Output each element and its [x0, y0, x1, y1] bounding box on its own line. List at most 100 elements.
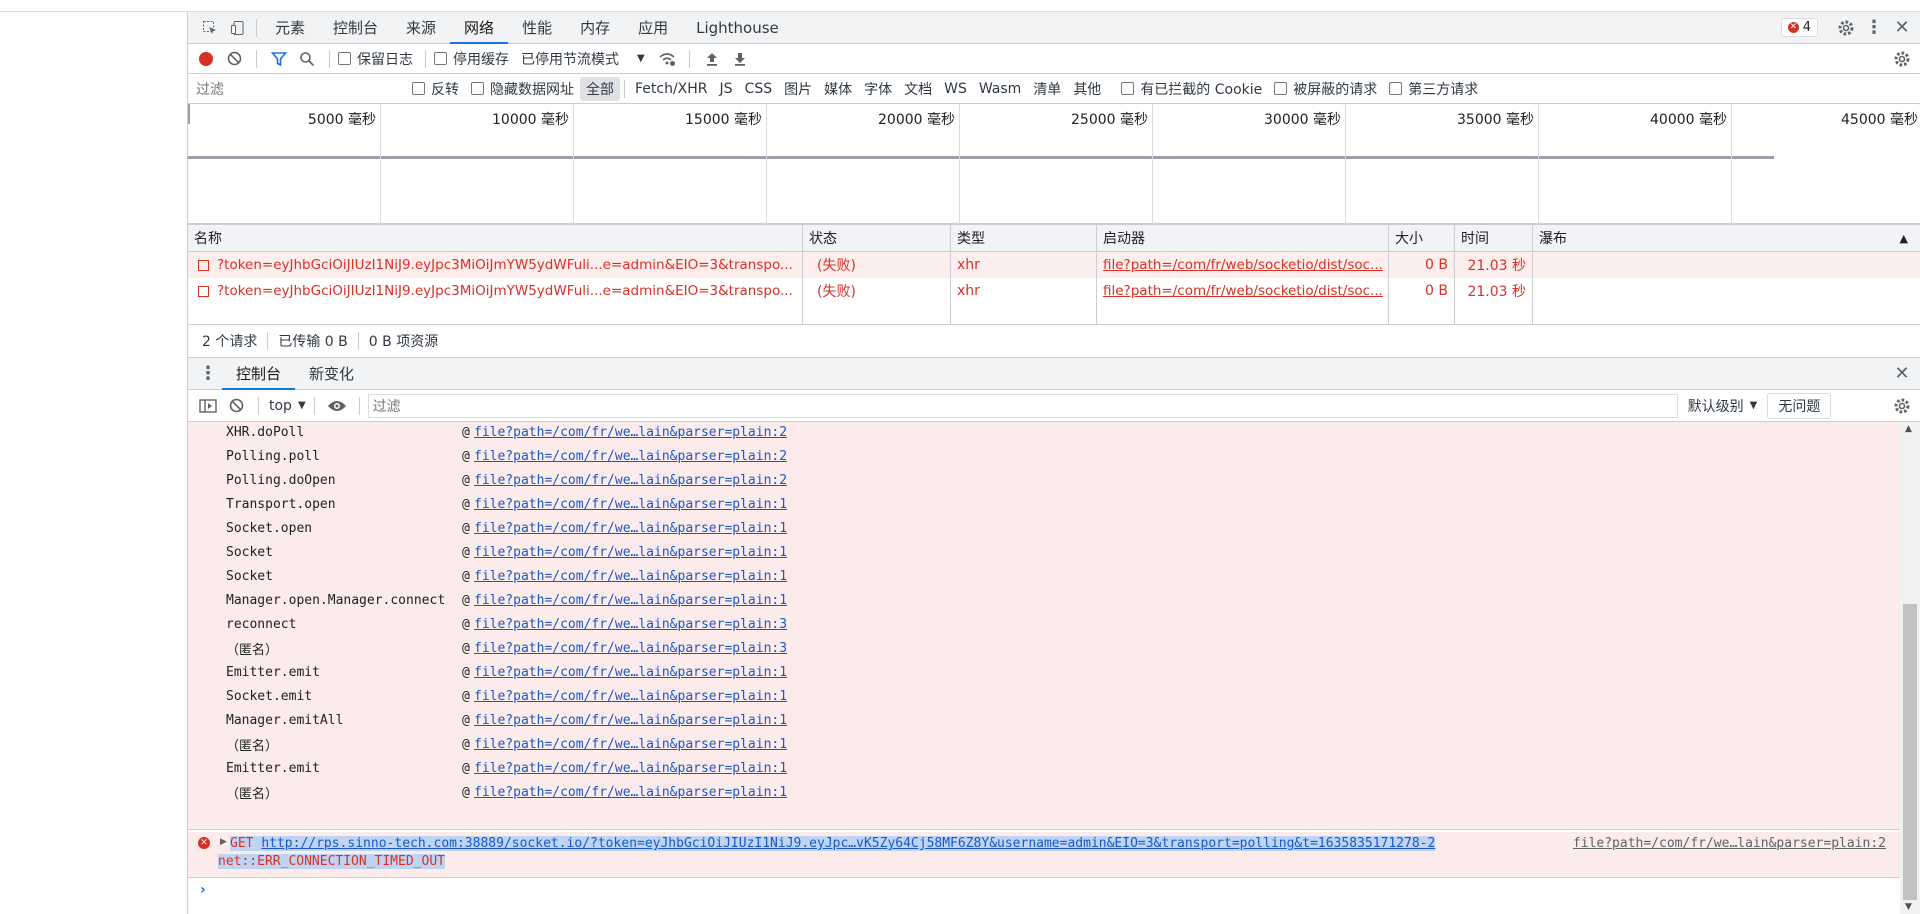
invert-checkbox[interactable]: 反转	[412, 79, 459, 99]
blocked-cookies-checkbox[interactable]: 有已拦截的 Cookie	[1121, 79, 1262, 99]
filter-type-ws[interactable]: WS	[938, 79, 973, 99]
column-header-size[interactable]: 大小	[1388, 225, 1454, 251]
expand-triangle-icon[interactable]: ▶	[220, 837, 227, 847]
filter-type-doc[interactable]: 文档	[898, 77, 938, 101]
checkbox-box[interactable]	[338, 52, 351, 65]
checkbox-box[interactable]	[1121, 82, 1135, 95]
console-settings-gear-icon[interactable]	[1888, 393, 1916, 419]
column-header-status[interactable]: 状态	[802, 225, 950, 251]
filter-type-other[interactable]: 其他	[1067, 77, 1107, 101]
error-source-link[interactable]: file?path=/com/fr/we…lain&parser=plain:2	[1573, 836, 1886, 851]
log-level-select[interactable]: 默认级别 ▼	[1688, 396, 1758, 416]
search-icon[interactable]	[293, 46, 321, 72]
wifi-settings-icon[interactable]	[653, 46, 681, 72]
column-header-waterfall[interactable]: 瀑布 ▲	[1532, 225, 1920, 251]
request-initiator-link[interactable]: file?path=/com/fr/web/socketio/dist/soc.…	[1103, 283, 1383, 299]
drawer-tab-changes[interactable]: 新变化	[295, 358, 368, 390]
import-har-icon[interactable]	[698, 46, 726, 72]
filter-type-media[interactable]: 媒体	[818, 77, 858, 101]
stack-frame-link[interactable]: file?path=/com/fr/we…lain&parser=plain:1	[474, 761, 787, 776]
filter-type-font[interactable]: 字体	[858, 77, 898, 101]
column-header-time[interactable]: 时间	[1454, 225, 1532, 251]
console-scrollbar[interactable]: ▲ ▼	[1900, 422, 1920, 914]
issues-button[interactable]: 无问题	[1767, 392, 1832, 419]
filter-type-wasm[interactable]: Wasm	[973, 79, 1027, 99]
console-clear-icon[interactable]	[222, 393, 250, 419]
filter-type-js[interactable]: JS	[714, 79, 739, 99]
context-select[interactable]: top ▼	[269, 398, 306, 414]
column-header-name[interactable]: 名称	[188, 225, 802, 251]
stack-frame-link[interactable]: file?path=/com/fr/we…lain&parser=plain:1	[474, 545, 787, 560]
blocked-requests-checkbox[interactable]: 被屏蔽的请求	[1274, 79, 1377, 99]
network-settings-gear-icon[interactable]	[1888, 46, 1916, 72]
request-initiator-link[interactable]: file?path=/com/fr/web/socketio/dist/soc.…	[1103, 257, 1383, 273]
tab-sources[interactable]: 来源	[392, 12, 450, 44]
stack-frame-link[interactable]: file?path=/com/fr/we…lain&parser=plain:2	[474, 449, 787, 464]
tab-memory[interactable]: 内存	[566, 12, 624, 44]
tab-performance[interactable]: 性能	[508, 12, 566, 44]
stack-frame-link[interactable]: file?path=/com/fr/we…lain&parser=plain:1	[474, 689, 787, 704]
console-prompt[interactable]: ›	[188, 880, 1900, 904]
filter-type-img[interactable]: 图片	[778, 77, 818, 101]
stack-frame-link[interactable]: file?path=/com/fr/we…lain&parser=plain:1	[474, 737, 787, 752]
tab-elements[interactable]: 元素	[261, 12, 319, 44]
filter-type-css[interactable]: CSS	[739, 79, 779, 99]
disable-cache-checkbox[interactable]: 停用缓存	[434, 49, 509, 69]
tab-console[interactable]: 控制台	[319, 12, 392, 44]
table-row[interactable]: ?token=eyJhbGciOiJIUzI1NiJ9.eyJpc3MiOiJm…	[188, 252, 1920, 278]
error-url-link[interactable]: http://rps.sinno-tech.com:38889/socket.i…	[261, 836, 1436, 851]
drawer-menu-icon[interactable]: ⋮	[194, 361, 222, 387]
stack-frame-link[interactable]: file?path=/com/fr/we…lain&parser=plain:2	[474, 425, 787, 440]
drawer-close-icon[interactable]: ✕	[1888, 361, 1916, 387]
export-har-icon[interactable]	[726, 46, 754, 72]
checkbox-box[interactable]	[412, 82, 425, 95]
stack-frame-link[interactable]: file?path=/com/fr/we…lain&parser=plain:1	[474, 665, 787, 680]
inspect-element-icon[interactable]	[196, 15, 224, 41]
checkbox-box[interactable]	[1274, 82, 1288, 95]
eye-icon[interactable]	[323, 393, 351, 419]
preserve-log-checkbox[interactable]: 保留日志	[338, 49, 413, 69]
tab-application[interactable]: 应用	[624, 12, 682, 44]
checkbox-box[interactable]	[434, 52, 447, 65]
tab-network[interactable]: 网络	[450, 12, 509, 44]
scroll-up-icon[interactable]: ▲	[1905, 424, 1912, 434]
clear-icon[interactable]	[220, 46, 248, 72]
filter-icon[interactable]	[265, 46, 293, 72]
column-header-type[interactable]: 类型	[950, 225, 1096, 251]
filter-type-all[interactable]: 全部	[580, 76, 620, 101]
throttle-select[interactable]: 已停用节流模式 ▼	[521, 49, 645, 69]
console-error-message[interactable]: ✕ ▶ GET http://rps.sinno-tech.com:38889/…	[188, 832, 1900, 878]
stack-frame-link[interactable]: file?path=/com/fr/we…lain&parser=plain:3	[474, 617, 787, 632]
stack-frame-link[interactable]: file?path=/com/fr/we…lain&parser=plain:1	[474, 521, 787, 536]
checkbox-box[interactable]	[471, 82, 484, 95]
stack-frame-link[interactable]: file?path=/com/fr/we…lain&parser=plain:1	[474, 569, 787, 584]
third-party-checkbox[interactable]: 第三方请求	[1389, 79, 1478, 99]
stack-frame-link[interactable]: file?path=/com/fr/we…lain&parser=plain:3	[474, 641, 787, 656]
stack-frame-link[interactable]: file?path=/com/fr/we…lain&parser=plain:2	[474, 473, 787, 488]
table-row[interactable]: ?token=eyJhbGciOiJIUzI1NiJ9.eyJpc3MiOiJm…	[188, 278, 1920, 304]
scroll-down-icon[interactable]: ▼	[1905, 902, 1912, 912]
column-header-initiator[interactable]: 启动器	[1096, 225, 1388, 251]
error-count-badge[interactable]: ✕ 4	[1780, 18, 1818, 37]
sidebar-toggle-icon[interactable]	[194, 393, 222, 419]
close-icon[interactable]: ✕	[1888, 15, 1916, 41]
device-toolbar-icon[interactable]	[224, 15, 252, 41]
stack-frame-link[interactable]: file?path=/com/fr/we…lain&parser=plain:1	[474, 593, 787, 608]
checkbox-box[interactable]	[1389, 82, 1403, 95]
gear-icon[interactable]	[1832, 15, 1860, 41]
filter-type-manifest[interactable]: 清单	[1027, 77, 1067, 101]
timeline-overview[interactable]: 5000 毫秒 10000 毫秒 15000 毫秒 20000 毫秒 25000…	[188, 104, 1920, 224]
stack-frame-link[interactable]: file?path=/com/fr/we…lain&parser=plain:1	[474, 785, 787, 800]
scrollbar-thumb[interactable]	[1903, 604, 1917, 900]
filter-type-fetch-xhr[interactable]: Fetch/XHR	[629, 79, 714, 99]
stack-frame-link[interactable]: file?path=/com/fr/we…lain&parser=plain:1	[474, 713, 787, 728]
tab-lighthouse[interactable]: Lighthouse	[682, 12, 793, 44]
drawer-tab-console[interactable]: 控制台	[222, 358, 296, 390]
record-icon[interactable]	[192, 46, 220, 72]
console-filter-input[interactable]	[367, 393, 1678, 418]
filter-input[interactable]	[192, 77, 402, 100]
hide-data-urls-checkbox[interactable]: 隐藏数据网址	[471, 79, 574, 99]
more-vertical-icon[interactable]: ⋮	[1860, 15, 1888, 41]
separator	[688, 49, 690, 68]
stack-frame-link[interactable]: file?path=/com/fr/we…lain&parser=plain:1	[474, 497, 787, 512]
